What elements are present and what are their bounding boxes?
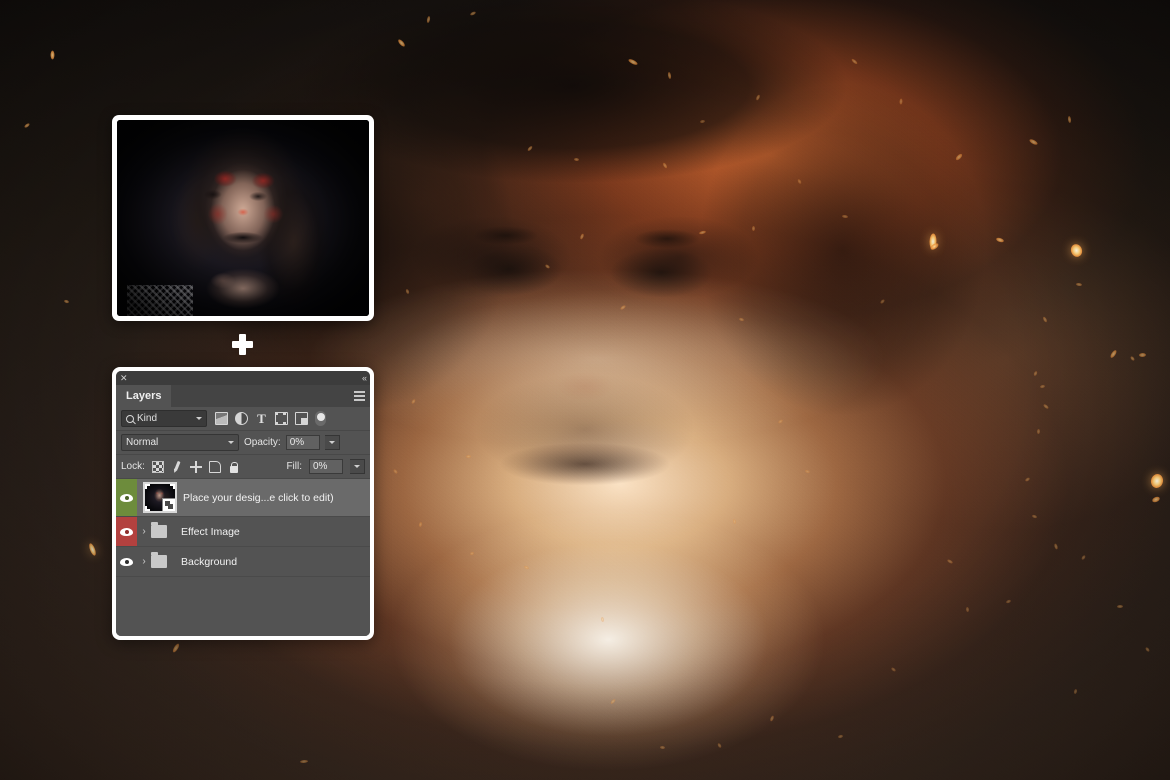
screenshot-stage: ✕ « Layers Kind T (0, 0, 1170, 780)
layer-name-label: Background (175, 556, 237, 568)
plus-icon (232, 334, 253, 355)
blend-mode-row: Normal Opacity: 0% (116, 431, 370, 455)
smart-object-badge-icon (162, 498, 175, 511)
panel-title-bar: ✕ « (116, 371, 370, 385)
group-disclosure-icon[interactable]: › (137, 526, 151, 537)
preview-photo (117, 120, 369, 316)
lock-label: Lock: (121, 461, 145, 472)
transform-handle-icon (170, 484, 175, 489)
filter-adjustment-layers-icon[interactable] (235, 412, 248, 425)
filter-kind-select[interactable]: Kind (121, 410, 207, 427)
opacity-stepper[interactable] (325, 435, 340, 450)
chevron-down-icon (329, 441, 335, 444)
layer-thumbnail-cell[interactable] (137, 479, 183, 516)
fill-input[interactable]: 0% (309, 459, 343, 474)
lock-row: Lock: Fill: 0% (116, 455, 370, 479)
fill-label: Fill: (286, 461, 302, 472)
layer-thumbnail (143, 482, 177, 513)
transform-handle-icon (145, 484, 150, 489)
lock-transparent-pixels-icon[interactable] (152, 461, 164, 473)
transform-handle-icon (145, 506, 150, 511)
filter-pixel-layers-icon[interactable] (215, 412, 228, 425)
table-row[interactable]: › Effect Image (116, 517, 370, 547)
preview-vignette (117, 120, 369, 316)
filter-kind-label: Kind (137, 413, 193, 424)
panel-tab-bar: Layers (116, 385, 370, 407)
filter-type-icons: T (215, 411, 326, 426)
filter-toggle-switch[interactable] (315, 411, 326, 426)
layers-panel-inner: ✕ « Layers Kind T (116, 371, 370, 636)
lock-position-icon[interactable] (190, 461, 202, 473)
tab-bar-filler (171, 385, 370, 407)
chevron-down-icon (196, 417, 202, 420)
filter-type-layers-icon[interactable]: T (255, 412, 268, 425)
folder-icon (151, 525, 167, 538)
folder-icon (151, 555, 167, 568)
search-icon (126, 415, 134, 423)
lock-image-pixels-icon[interactable] (171, 461, 183, 473)
lock-all-icon[interactable] (228, 461, 240, 473)
lock-artboard-nesting-icon[interactable] (209, 461, 221, 473)
tab-layers[interactable]: Layers (116, 385, 171, 407)
layer-filter-row: Kind T (116, 407, 370, 431)
table-row[interactable]: › Background (116, 547, 370, 577)
chevron-down-icon (228, 441, 234, 444)
layers-panel[interactable]: ✕ « Layers Kind T (112, 367, 374, 640)
collapse-panel-icon[interactable]: « (362, 374, 366, 383)
eye-icon (120, 494, 133, 502)
eye-icon (120, 528, 133, 536)
design-preview-card[interactable] (112, 115, 374, 321)
filter-shape-layers-icon[interactable] (275, 412, 288, 425)
layer-visibility-toggle[interactable] (116, 547, 137, 576)
opacity-input[interactable]: 0% (286, 435, 320, 450)
close-icon[interactable]: ✕ (120, 374, 128, 383)
layer-visibility-toggle[interactable] (116, 479, 137, 516)
eye-icon (120, 558, 133, 566)
layer-visibility-toggle[interactable] (116, 517, 137, 546)
layers-list[interactable]: Place your desig...e click to edit) › Effe… (116, 479, 370, 636)
layer-name-label: Place your desig...e click to edit) (183, 492, 334, 504)
panel-menu-icon[interactable] (354, 391, 365, 401)
tab-layers-label: Layers (126, 390, 161, 402)
layer-name-label: Effect Image (175, 526, 240, 538)
filter-smart-object-icon[interactable] (295, 412, 308, 425)
opacity-label: Opacity: (244, 437, 281, 448)
chevron-down-icon (354, 465, 360, 468)
blend-mode-select[interactable]: Normal (121, 434, 239, 451)
blend-mode-value: Normal (126, 437, 228, 448)
table-row[interactable]: Place your desig...e click to edit) (116, 479, 370, 517)
group-disclosure-icon[interactable]: › (137, 556, 151, 567)
fill-stepper[interactable] (350, 459, 365, 474)
